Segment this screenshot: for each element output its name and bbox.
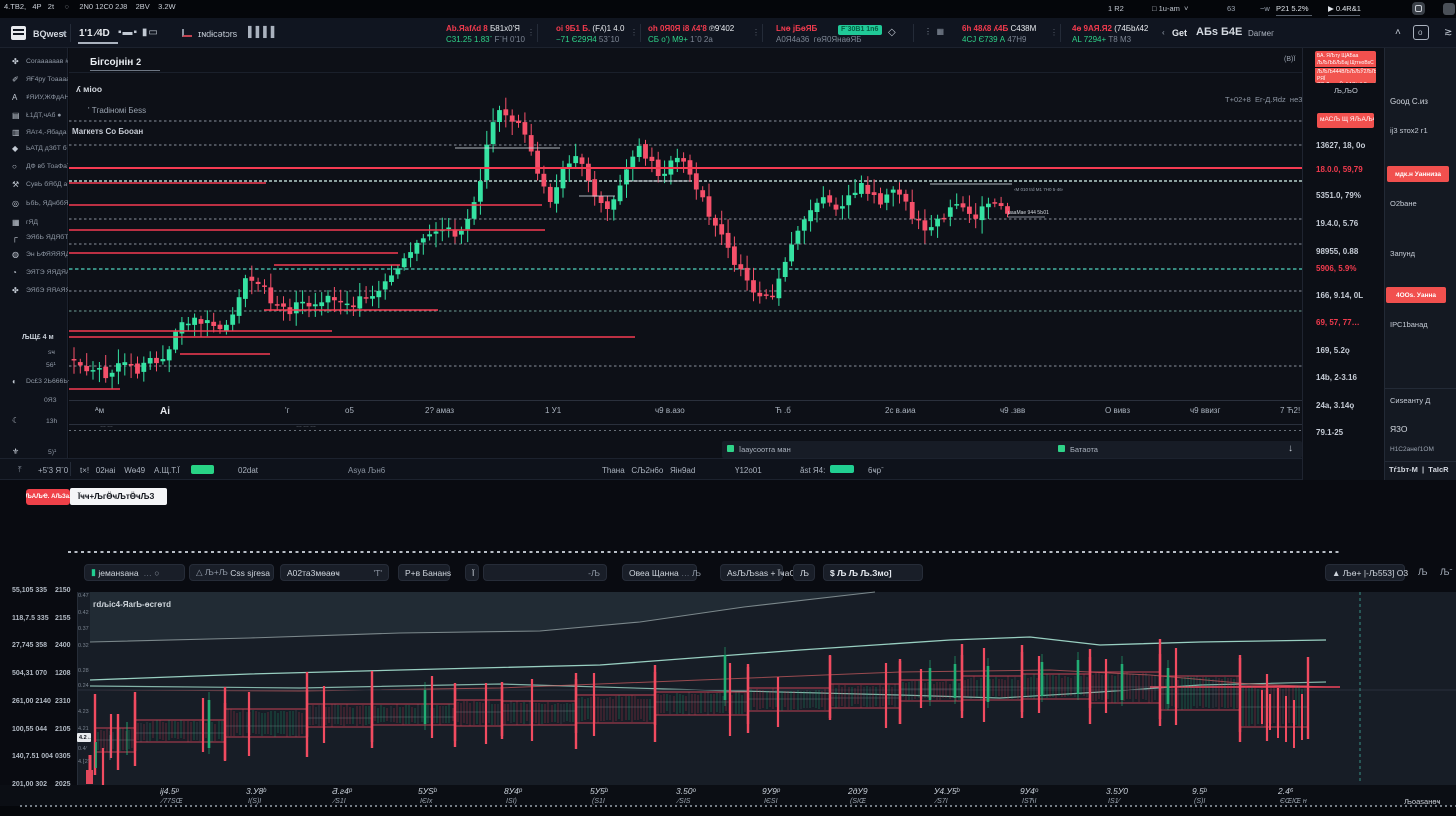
svg-text:‹M 010 trd M1 7H0 5·46›: ‹M 010 trd M1 7H0 5·46› xyxy=(1014,187,1064,192)
svg-text:μaaMae 944 5Ь01: μaaMae 944 5Ь01 xyxy=(1008,210,1049,216)
